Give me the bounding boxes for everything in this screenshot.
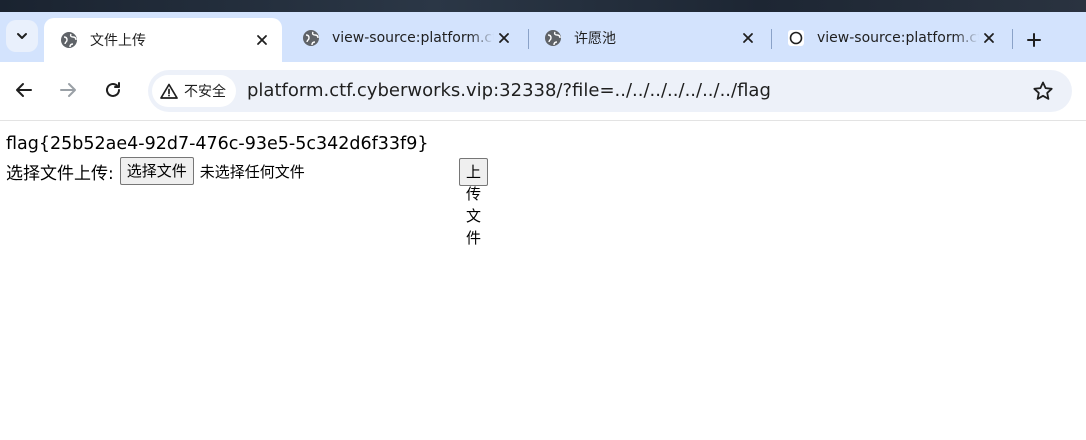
arrow-right-icon [60, 83, 76, 97]
back-button[interactable] [10, 76, 38, 104]
warning-icon [160, 83, 178, 99]
globe-icon [302, 29, 320, 47]
tab-title: 许愿池 [574, 31, 616, 47]
security-label: 不安全 [184, 84, 226, 100]
close-icon[interactable] [979, 28, 999, 48]
tab-title: view-source:platform.ctf.cyberworks.vip [332, 30, 494, 46]
new-tab-button[interactable] [1020, 26, 1048, 54]
tab-wishing-pool[interactable]: 许愿池 [528, 18, 768, 58]
upload-label: 选择文件上传: [6, 163, 114, 184]
upload-form: 选择文件上传: 选择文件 未选择任何文件 [6, 157, 428, 185]
tab-title: 文件上传 [90, 33, 146, 49]
bookmark-star-icon[interactable] [1032, 80, 1054, 102]
security-indicator[interactable]: 不安全 [152, 75, 236, 107]
arrow-left-icon [16, 83, 32, 97]
address-bar[interactable]: 不安全 platform.ctf.cyberworks.vip:32338/?f… [148, 70, 1072, 112]
reload-icon [106, 82, 120, 97]
close-icon[interactable] [738, 28, 758, 48]
upload-submit-button[interactable]: 上传文件 [459, 158, 489, 247]
globe-icon [60, 31, 78, 49]
forward-button[interactable] [54, 76, 82, 104]
tab-title: view-source:platform.ctf.cyberworks.vip [817, 30, 979, 46]
tab-bar: 文件上传 view-source:platform.ctf.cyberworks… [0, 12, 1086, 62]
tab-file-upload[interactable]: 文件上传 [44, 18, 282, 62]
browser-toolbar: 不安全 platform.ctf.cyberworks.vip:32338/?f… [0, 62, 1086, 121]
globe-icon [544, 29, 562, 47]
close-icon[interactable] [252, 30, 272, 50]
tab-separator [1012, 29, 1013, 49]
url-text[interactable]: platform.ctf.cyberworks.vip:32338/?file=… [247, 80, 771, 101]
chevron-down-icon [17, 33, 27, 39]
choose-file-button[interactable]: 选择文件 [119, 157, 194, 185]
page-content: flag{25b52ae4-92d7-476c-93e5-5c342d6f33f… [6, 131, 489, 247]
tab-view-source-2[interactable]: view-source:platform.ctf.cyberworks.vip [771, 18, 1009, 58]
flag-text: flag{25b52ae4-92d7-476c-93e5-5c342d6f33f… [6, 134, 429, 154]
plus-icon [1027, 33, 1041, 47]
no-file-selected-text: 未选择任何文件 [199, 162, 305, 181]
reload-button[interactable] [99, 76, 127, 104]
close-icon[interactable] [494, 28, 514, 48]
tab-view-source-1[interactable]: view-source:platform.ctf.cyberworks.vip [286, 18, 524, 58]
desktop-background [0, 0, 1086, 12]
loading-icon [787, 29, 805, 47]
tab-search-button[interactable] [6, 20, 38, 52]
